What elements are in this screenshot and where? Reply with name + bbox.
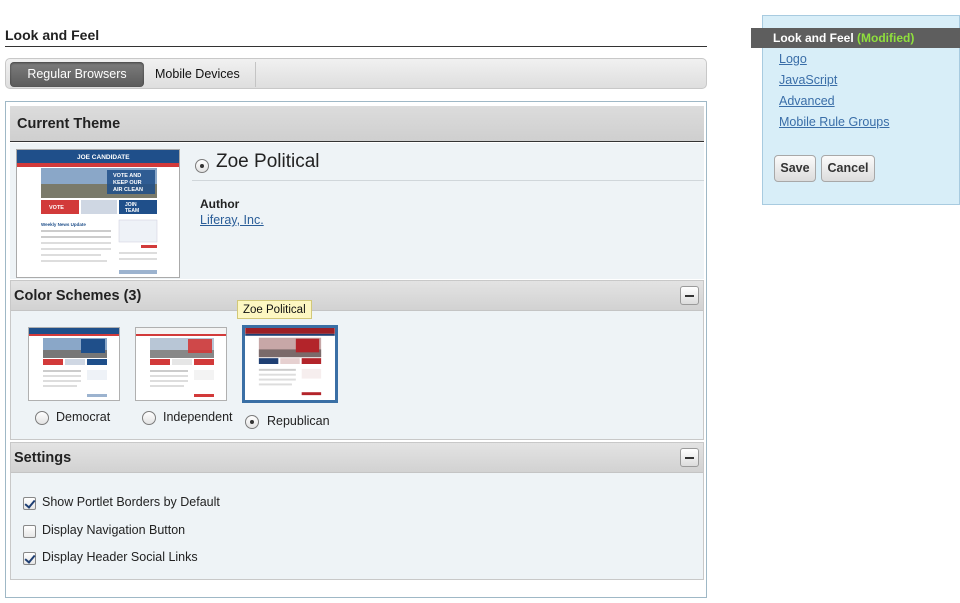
modified-badge: (Modified) bbox=[857, 31, 915, 45]
thumb-hero-line-1: VOTE AND bbox=[113, 173, 141, 179]
display-navigation-button-checkbox[interactable] bbox=[23, 525, 36, 538]
collapse-color-schemes-button[interactable] bbox=[680, 286, 699, 305]
tab-bar: Regular Browsers Mobile Devices bbox=[5, 58, 707, 89]
scheme-independent[interactable]: Independent bbox=[135, 327, 233, 425]
theme-thumbnail: JOE CANDIDATE VOTE AND KEEP OUR AIR CLEA… bbox=[16, 149, 180, 278]
cancel-button[interactable]: Cancel bbox=[821, 155, 875, 182]
color-schemes-header[interactable]: Color Schemes (3) bbox=[11, 281, 703, 311]
thumb-hero-line-2: KEEP OUR bbox=[113, 180, 142, 186]
scheme-democrat[interactable]: Democrat bbox=[28, 327, 120, 425]
tab-regular-browsers[interactable]: Regular Browsers bbox=[10, 62, 144, 87]
scheme-republican-image bbox=[245, 328, 335, 396]
sidebar-link-mobile-rule-groups[interactable]: Mobile Rule Groups bbox=[779, 115, 889, 129]
thumb-news-title: Weekly News Update bbox=[41, 222, 86, 227]
sidebar-link-advanced[interactable]: Advanced bbox=[779, 94, 835, 108]
page-title: Look and Feel bbox=[5, 27, 707, 47]
color-schemes-title: Color Schemes (3) bbox=[14, 288, 142, 304]
current-theme-body: JOE CANDIDATE VOTE AND KEEP OUR AIR CLEA… bbox=[10, 143, 704, 279]
theme-thumbnail-image: JOE CANDIDATE VOTE AND KEEP OUR AIR CLEA… bbox=[17, 150, 179, 277]
scheme-independent-image bbox=[136, 328, 226, 397]
author-link[interactable]: Liferay, Inc. bbox=[200, 213, 264, 227]
scheme-independent-radio[interactable] bbox=[142, 411, 156, 425]
thumb-vote: VOTE bbox=[49, 205, 64, 211]
thumb-join-2: TEAM bbox=[125, 208, 139, 214]
scheme-republican-radio[interactable] bbox=[245, 415, 259, 429]
display-navigation-button-label: Display Navigation Button bbox=[42, 523, 186, 537]
scheme-independent-label: Independent bbox=[163, 410, 233, 424]
sidebar-link-logo[interactable]: Logo bbox=[779, 52, 807, 66]
display-header-social-links-checkbox[interactable] bbox=[23, 552, 36, 565]
thumb-site-title: JOE CANDIDATE bbox=[77, 154, 130, 161]
show-portlet-borders-label: Show Portlet Borders by Default bbox=[42, 495, 220, 509]
scheme-republican-label: Republican bbox=[267, 414, 330, 428]
collapse-settings-button[interactable] bbox=[680, 448, 699, 467]
scheme-democrat-label: Democrat bbox=[56, 410, 111, 424]
sidebar-item-look-and-feel[interactable]: Look and Feel (Modified) bbox=[751, 28, 960, 48]
configuration-sidebar: Look and Feel (Modified) Logo JavaScript… bbox=[751, 15, 960, 205]
author-label: Author bbox=[200, 197, 240, 211]
settings-header[interactable]: Settings bbox=[11, 443, 703, 473]
tab-mobile-devices[interactable]: Mobile Devices bbox=[145, 62, 256, 87]
scheme-tooltip: Zoe Political bbox=[237, 300, 312, 319]
sidebar-link-javascript[interactable]: JavaScript bbox=[779, 73, 837, 87]
sidebar-active-label: Look and Feel bbox=[773, 31, 854, 45]
theme-name-row: Zoe Political bbox=[192, 149, 704, 181]
scheme-democrat-thumbnail[interactable] bbox=[28, 327, 120, 401]
show-portlet-borders-checkbox[interactable] bbox=[23, 497, 36, 510]
color-schemes-panel: Color Schemes (3) Democrat Independent R… bbox=[10, 280, 704, 440]
theme-radio[interactable] bbox=[195, 159, 209, 173]
scheme-democrat-radio[interactable] bbox=[35, 411, 49, 425]
save-button[interactable]: Save bbox=[774, 155, 816, 182]
display-header-social-links-label: Display Header Social Links bbox=[42, 550, 198, 564]
scheme-independent-thumbnail[interactable] bbox=[135, 327, 227, 401]
current-theme-header: Current Theme bbox=[10, 106, 704, 142]
scheme-republican[interactable]: Republican bbox=[242, 325, 338, 429]
scheme-republican-thumbnail[interactable] bbox=[242, 325, 338, 403]
settings-panel: Settings Show Portlet Borders by Default… bbox=[10, 442, 704, 580]
scheme-democrat-image bbox=[29, 328, 119, 397]
thumb-hero-line-3: AIR CLEAN bbox=[113, 187, 143, 193]
settings-title: Settings bbox=[14, 450, 72, 466]
active-arrow-icon bbox=[752, 28, 762, 48]
look-and-feel-form: Current Theme JOE CANDIDATE VOTE AND KEE… bbox=[5, 101, 707, 598]
theme-name: Zoe Political bbox=[216, 151, 320, 172]
